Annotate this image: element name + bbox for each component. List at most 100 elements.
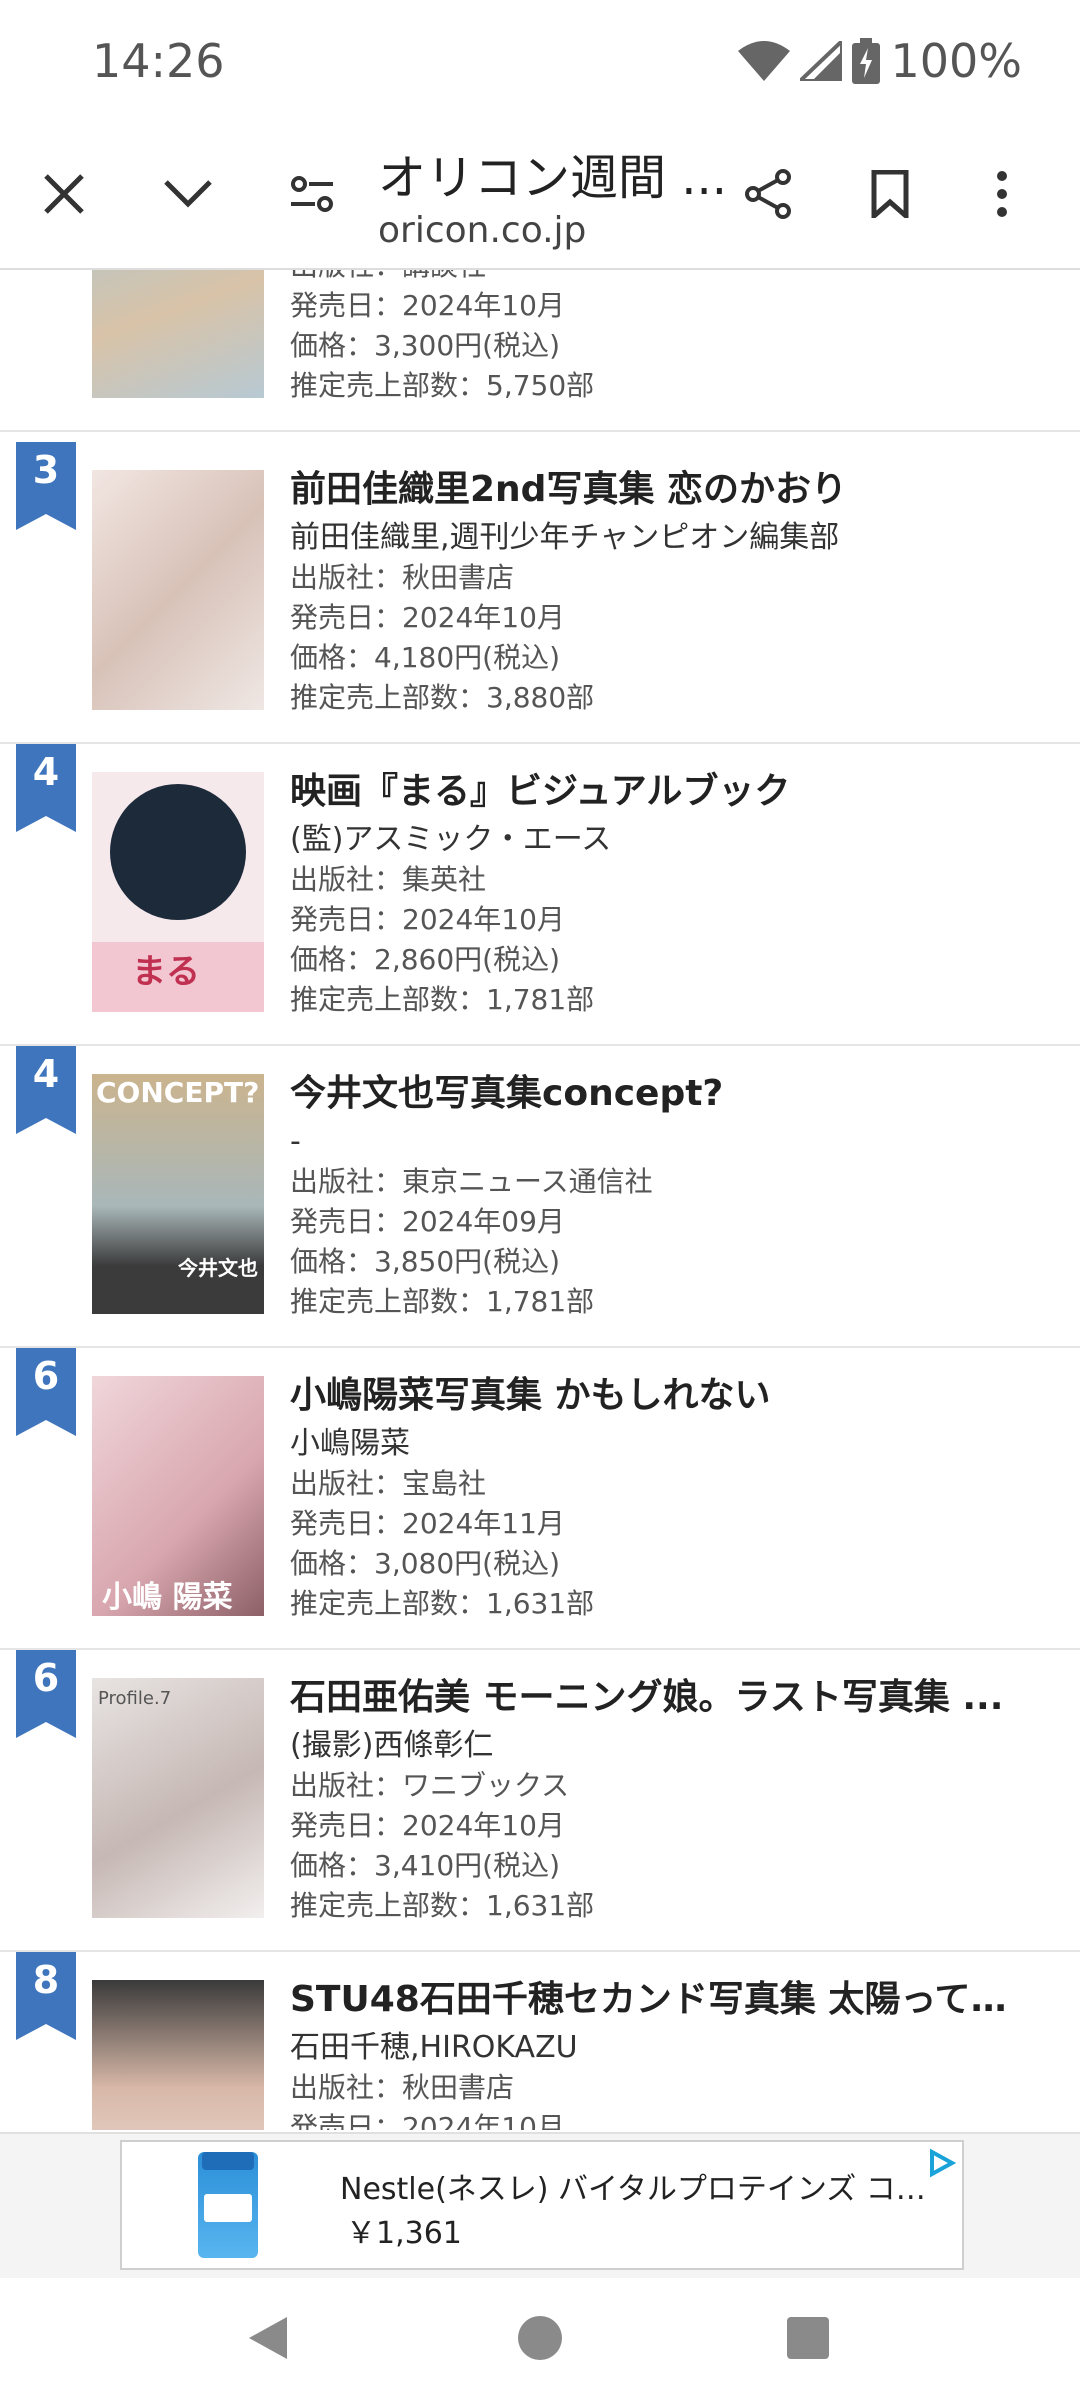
book-cover[interactable] bbox=[92, 270, 264, 398]
book-title[interactable]: 石田亜佑美 モーニング娘。ラスト写真集 ... bbox=[290, 1672, 1010, 1724]
book-publisher: 出版社：宝島社 bbox=[290, 1467, 487, 1500]
book-price: 価格：3,080円(税込) bbox=[290, 1547, 561, 1580]
ad-card[interactable]: Nestle(ネスレ) バイタルプロテインズ コラーゲンペプチド ￥1,361 bbox=[120, 2140, 964, 2270]
book-price: 価格：3,410円(税込) bbox=[290, 1849, 561, 1882]
rank-number: 4 bbox=[32, 1052, 60, 1096]
list-item[interactable]: 4 まる 映画『まる』ビジュアルブック (監)アスミック・エース 出版社：集英社… bbox=[0, 744, 1080, 1046]
rank-number: 4 bbox=[32, 750, 60, 794]
recents-button[interactable] bbox=[778, 2308, 838, 2368]
book-sales: 推定売上部数：3,880部 bbox=[290, 681, 595, 714]
page-title: オリコン週間 ... bbox=[378, 150, 728, 206]
bookmark-button[interactable] bbox=[852, 156, 928, 232]
browser-toolbar: オリコン週間 ... oricon.co.jp bbox=[0, 120, 1080, 270]
rank-number: 6 bbox=[32, 1656, 60, 1700]
status-bar: 14:26 100% bbox=[0, 0, 1080, 120]
ad-banner: Nestle(ネスレ) バイタルプロテインズ コラーゲンペプチド ￥1,361 bbox=[0, 2132, 1080, 2278]
chevron-down-icon bbox=[164, 180, 212, 208]
wifi-icon bbox=[738, 41, 791, 81]
book-author: 小嶋陽菜 bbox=[290, 1426, 410, 1461]
rank-badge: 8 bbox=[16, 1952, 76, 2040]
book-author: (監)アスミック・エース bbox=[290, 822, 612, 857]
ranking-list: 出版社：講談社 発売日：2024年10月 価格：3,300円(税込) 推定売上部… bbox=[0, 270, 1080, 2130]
book-publisher: 出版社：ワニブックス bbox=[290, 1769, 570, 1802]
book-sales: 推定売上部数：1,631部 bbox=[290, 1889, 595, 1922]
list-item[interactable]: 6 Profile.7 石田亜佑美 モーニング娘。ラスト写真集 ... (撮影)… bbox=[0, 1650, 1080, 1952]
book-author: 前田佳織里,週刊少年チャンピオン編集部 bbox=[290, 520, 840, 555]
rank-number: 3 bbox=[32, 448, 60, 492]
book-title[interactable]: 前田佳織里2nd写真集 恋のかおり bbox=[290, 464, 1010, 516]
list-item[interactable]: 3 前田佳織里2nd写真集 恋のかおり 前田佳織里,週刊少年チャンピオン編集部 … bbox=[0, 442, 1080, 744]
book-author: 石田千穂,HIROKAZU bbox=[290, 2030, 578, 2065]
battery-percent: 100% bbox=[890, 34, 1022, 88]
rank-number: 8 bbox=[32, 1958, 60, 2002]
cover-text: まる bbox=[132, 952, 200, 992]
book-cover[interactable]: まる bbox=[92, 772, 264, 1012]
book-publisher: 出版社：秋田書店 bbox=[290, 2071, 515, 2104]
book-sales: 推定売上部数：5,750部 bbox=[290, 369, 595, 402]
book-release-date: 発売日：2024年10月 bbox=[290, 2111, 565, 2130]
ad-product-image bbox=[198, 2152, 258, 2258]
book-release-date: 発売日：2024年11月 bbox=[290, 1507, 565, 1540]
book-title[interactable]: 今井文也写真集concept? bbox=[290, 1068, 1010, 1120]
rank-badge: 3 bbox=[16, 442, 76, 530]
close-icon bbox=[44, 174, 84, 214]
tune-icon bbox=[291, 176, 333, 212]
book-cover[interactable]: CONCEPT? 今井文也 bbox=[92, 1074, 264, 1314]
book-cover[interactable]: 小嶋 陽菜 bbox=[92, 1376, 264, 1616]
more-options-button[interactable] bbox=[964, 156, 1040, 232]
list-item[interactable]: 出版社：講談社 発売日：2024年10月 価格：3,300円(税込) 推定売上部… bbox=[0, 270, 1080, 432]
book-release-date: 発売日：2024年10月 bbox=[290, 903, 565, 936]
close-button[interactable] bbox=[26, 156, 102, 232]
book-author: (撮影)西條彰仁 bbox=[290, 1728, 494, 1763]
book-release-date: 発売日：2024年10月 bbox=[290, 1809, 565, 1842]
book-publisher: 出版社：集英社 bbox=[290, 863, 487, 896]
list-item[interactable]: 4 CONCEPT? 今井文也 今井文也写真集concept? - 出版社：東京… bbox=[0, 1046, 1080, 1348]
status-icons: 100% bbox=[738, 34, 1022, 88]
book-publisher: 出版社：秋田書店 bbox=[290, 561, 515, 594]
book-price: 価格：3,850円(税込) bbox=[290, 1245, 561, 1278]
book-sales: 推定売上部数：1,631部 bbox=[290, 1587, 595, 1620]
book-sales: 推定売上部数：1,781部 bbox=[290, 983, 595, 1016]
book-author: - bbox=[290, 1124, 301, 1159]
rank-badge: 4 bbox=[16, 1046, 76, 1134]
status-time: 14:26 bbox=[92, 34, 225, 88]
home-circle-icon bbox=[518, 2316, 562, 2360]
battery-icon bbox=[852, 38, 881, 84]
signal-icon bbox=[800, 41, 843, 81]
book-release-date: 発売日：2024年10月 bbox=[290, 601, 565, 634]
book-cover[interactable] bbox=[92, 1980, 264, 2130]
book-price: 価格：3,300円(税込) bbox=[290, 329, 561, 362]
cover-subtext: 今井文也 bbox=[178, 1256, 258, 1280]
list-item[interactable]: 8 STU48石田千穂セカンド写真集 太陽って... 石田千穂,HIROKAZU… bbox=[0, 1952, 1080, 2130]
book-release-date: 発売日：2024年10月 bbox=[290, 289, 565, 322]
back-triangle-icon bbox=[249, 2317, 287, 2359]
book-cover[interactable]: Profile.7 bbox=[92, 1678, 264, 1918]
home-button[interactable] bbox=[510, 2308, 570, 2368]
book-publisher: 出版社：東京ニュース通信社 bbox=[290, 1165, 653, 1198]
book-cover[interactable] bbox=[92, 470, 264, 710]
bookmark-icon bbox=[871, 170, 909, 218]
more-vert-icon bbox=[997, 171, 1007, 217]
adchoices-icon[interactable] bbox=[926, 2148, 956, 2178]
rank-badge: 6 bbox=[16, 1348, 76, 1436]
rank-number: 6 bbox=[32, 1354, 60, 1398]
share-icon bbox=[745, 169, 791, 219]
book-title[interactable]: 映画『まる』ビジュアルブック bbox=[290, 766, 1010, 818]
cover-text: 小嶋 陽菜 bbox=[102, 1580, 233, 1615]
book-sales: 推定売上部数：1,781部 bbox=[290, 1285, 595, 1318]
share-button[interactable] bbox=[730, 156, 806, 232]
cover-text: Profile.7 bbox=[98, 1688, 172, 1709]
book-title[interactable]: 小嶋陽菜写真集 かもしれない bbox=[290, 1370, 1010, 1422]
page-info-button[interactable] bbox=[274, 156, 350, 232]
minimize-button[interactable] bbox=[150, 156, 226, 232]
book-price: 価格：4,180円(税込) bbox=[290, 641, 561, 674]
cover-text: CONCEPT? bbox=[96, 1076, 260, 1109]
book-price: 価格：2,860円(税込) bbox=[290, 943, 561, 976]
rank-badge: 6 bbox=[16, 1650, 76, 1738]
list-item[interactable]: 6 小嶋 陽菜 小嶋陽菜写真集 かもしれない 小嶋陽菜 出版社：宝島社 発売日：… bbox=[0, 1348, 1080, 1650]
ad-title[interactable]: Nestle(ネスレ) バイタルプロテインズ コラーゲンペプチド bbox=[340, 2164, 940, 2208]
system-nav-bar bbox=[0, 2278, 1080, 2400]
back-button[interactable] bbox=[238, 2308, 298, 2368]
book-title[interactable]: STU48石田千穂セカンド写真集 太陽って... bbox=[290, 1974, 1010, 2026]
page-url: oricon.co.jp bbox=[378, 210, 587, 251]
